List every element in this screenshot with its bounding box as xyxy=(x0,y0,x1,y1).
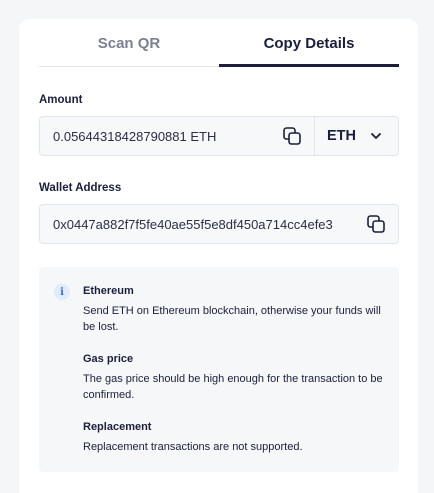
copy-amount-button[interactable] xyxy=(281,125,303,147)
wallet-address-field: 0x0447a882f7f5fe40ae55f5e8df450a714cc4ef… xyxy=(39,204,399,244)
copy-icon xyxy=(283,127,301,145)
info-text-ethereum: Send ETH on Ethereum blockchain, otherwi… xyxy=(83,305,381,333)
amount-label: Amount xyxy=(39,94,83,106)
info-title-replacement: Replacement xyxy=(83,421,152,433)
info-panel: i Ethereum Send ETH on Ethereum blockcha… xyxy=(39,267,399,472)
wallet-address-label: Wallet Address xyxy=(39,182,122,194)
copy-address-button[interactable] xyxy=(365,213,387,235)
info-title-gas-price: Gas price xyxy=(83,353,134,365)
info-text-replacement: Replacement transactions are not support… xyxy=(83,441,303,453)
chevron-down-icon xyxy=(371,133,381,139)
currency-select[interactable]: ETH xyxy=(314,117,398,155)
payment-card: Scan QR Copy Details Amount 0.0564431842… xyxy=(19,19,418,493)
wallet-address-value[interactable]: 0x0447a882f7f5fe40ae55f5e8df450a714cc4ef… xyxy=(40,217,359,232)
info-text-gas-price: The gas price should be high enough for … xyxy=(83,373,383,401)
info-title-ethereum: Ethereum xyxy=(83,285,134,297)
tab-scan-qr[interactable]: Scan QR xyxy=(39,19,219,66)
amount-value[interactable]: 0.05644318428790881 ETH xyxy=(40,129,281,144)
copy-icon xyxy=(367,215,385,233)
tab-bar: Scan QR Copy Details xyxy=(39,19,399,67)
currency-value: ETH xyxy=(327,128,356,144)
amount-field: 0.05644318428790881 ETH ETH xyxy=(39,116,399,156)
info-icon: i xyxy=(54,284,70,300)
tab-copy-details[interactable]: Copy Details xyxy=(219,19,399,67)
